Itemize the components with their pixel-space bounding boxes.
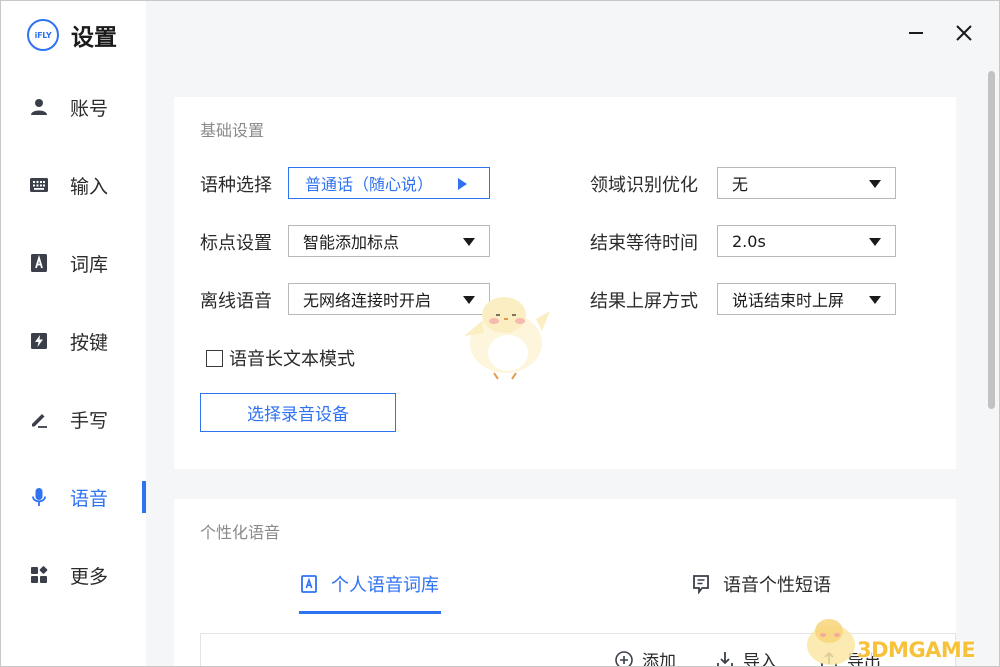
- basic-settings-card: 基础设置 语种选择 普通话（随心说） 标点设置 智能添加标点 离线语音 无网络连…: [174, 97, 956, 469]
- domain-label: 领域识别优化: [590, 175, 698, 196]
- close-button[interactable]: [950, 19, 978, 47]
- tab-personal-dictionary[interactable]: 个人语音词库: [299, 571, 439, 597]
- section-title: 个性化语音: [200, 523, 281, 542]
- keyboard-icon: [29, 175, 49, 195]
- commit-mode-select[interactable]: 说话结束时上屏: [717, 283, 896, 315]
- long-text-checkbox[interactable]: [206, 349, 223, 367]
- note-icon: [693, 575, 709, 594]
- tab-label: 语音个性短语: [723, 575, 831, 596]
- sidebar-item-label: 手写: [70, 409, 109, 432]
- punctuation-label: 标点设置: [200, 233, 272, 254]
- wait-time-select[interactable]: 2.0s: [717, 225, 896, 257]
- settings-window: iFLY 设置 账号 输入 词库 按键 手写 语音 更多 基础设置 语种选择 普…: [0, 0, 1000, 667]
- key-icon: [29, 331, 49, 351]
- minimize-button[interactable]: [902, 19, 930, 47]
- sidebar-item-label: 语音: [70, 487, 109, 510]
- import-button[interactable]: 导入: [715, 647, 777, 667]
- punctuation-value: 智能添加标点: [303, 233, 400, 252]
- dropdown-arrow-icon: [869, 238, 881, 246]
- tab-personal-phrases[interactable]: 语音个性短语: [691, 571, 831, 597]
- long-text-mode-option[interactable]: 语音长文本模式: [206, 345, 355, 371]
- dropdown-arrow-icon: [869, 180, 881, 188]
- domain-select[interactable]: 无: [717, 167, 896, 199]
- sidebar-item-label: 账号: [70, 97, 109, 120]
- sidebar-item-input[interactable]: 输入: [1, 165, 146, 205]
- ifly-logo: iFLY: [27, 19, 59, 51]
- offline-label: 离线语音: [200, 291, 272, 312]
- sidebar-item-label: 按键: [70, 331, 109, 354]
- sidebar-item-more[interactable]: 更多: [1, 555, 146, 595]
- domain-value: 无: [732, 175, 749, 194]
- commit-mode-value: 说话结束时上屏: [732, 291, 845, 310]
- commit-mode-label: 结果上屏方式: [590, 291, 698, 312]
- wait-time-label: 结束等待时间: [590, 233, 698, 254]
- wait-time-value: 2.0s: [732, 231, 766, 251]
- sidebar-item-keys[interactable]: 按键: [1, 321, 146, 361]
- pen-icon: [29, 409, 49, 429]
- add-button[interactable]: 添加: [614, 647, 676, 667]
- tab-underline: [299, 611, 441, 614]
- sidebar-item-label: 输入: [70, 175, 109, 198]
- section-title: 基础设置: [200, 121, 265, 140]
- play-icon: [458, 178, 467, 190]
- language-label: 语种选择: [200, 175, 272, 196]
- add-label: 添加: [642, 652, 676, 667]
- content-area: 基础设置 语种选择 普通话（随心说） 标点设置 智能添加标点 离线语音 无网络连…: [146, 1, 999, 667]
- page-title: 设置: [71, 25, 117, 51]
- dropdown-arrow-icon: [463, 238, 475, 246]
- sidebar-item-handwriting[interactable]: 手写: [1, 399, 146, 439]
- watermark-text: 3DMGAME: [857, 638, 976, 662]
- dictionary-icon: [29, 253, 49, 273]
- offline-value: 无网络连接时开启: [303, 291, 432, 310]
- add-icon: [615, 650, 633, 666]
- import-label: 导入: [743, 652, 777, 667]
- import-icon: [717, 651, 733, 666]
- dropdown-arrow-icon: [869, 296, 881, 304]
- select-recording-device-button[interactable]: 选择录音设备: [200, 393, 396, 432]
- language-value: 普通话（随心说）: [305, 175, 434, 194]
- sidebar-item-account[interactable]: 账号: [1, 87, 146, 127]
- mascot-bird-image: [464, 297, 550, 380]
- sidebar: iFLY 设置 账号 输入 词库 按键 手写 语音 更多: [1, 1, 146, 666]
- apps-grid-icon: [29, 565, 49, 585]
- sidebar-item-voice[interactable]: 语音: [1, 477, 146, 517]
- language-select[interactable]: 普通话（随心说）: [288, 167, 490, 199]
- minimize-icon: [909, 32, 923, 34]
- microphone-icon: [29, 487, 49, 507]
- dictionary-icon: [301, 575, 317, 593]
- sidebar-item-dictionary[interactable]: 词库: [1, 243, 146, 283]
- long-text-label: 语音长文本模式: [229, 349, 355, 370]
- close-icon: [956, 25, 972, 41]
- tab-label: 个人语音词库: [331, 575, 439, 596]
- user-icon: [29, 97, 49, 117]
- scrollbar-thumb[interactable]: [988, 71, 995, 409]
- punctuation-select[interactable]: 智能添加标点: [288, 225, 490, 257]
- sidebar-item-label: 更多: [70, 565, 109, 588]
- brand: iFLY 设置: [27, 17, 117, 53]
- watermark-mascot-image: [807, 619, 855, 665]
- sidebar-item-label: 词库: [70, 253, 109, 276]
